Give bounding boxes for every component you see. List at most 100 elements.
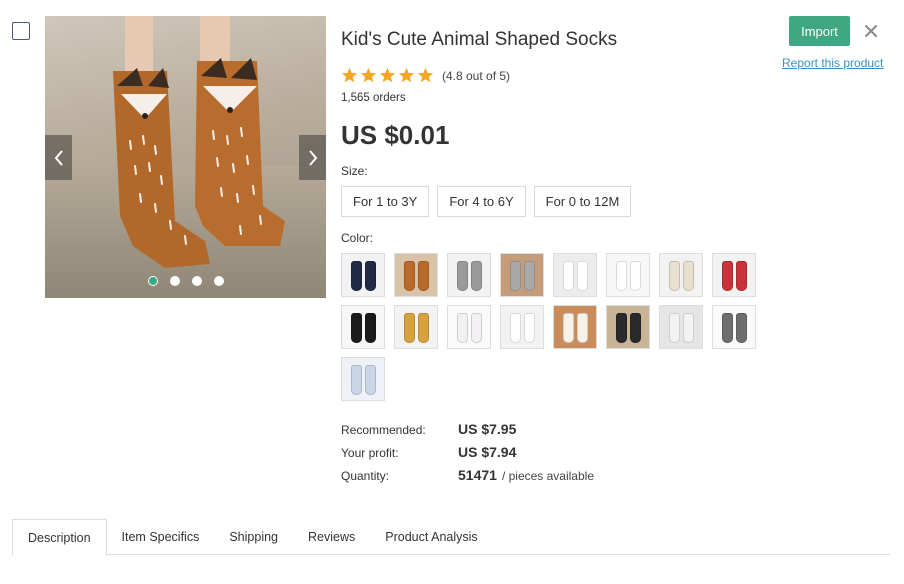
sock-thumbnail: [616, 261, 627, 291]
select-product-checkbox[interactable]: [12, 22, 30, 40]
sock-thumbnail: [418, 313, 429, 343]
sock-thumbnail: [683, 261, 694, 291]
color-swatch[interactable]: [712, 305, 756, 349]
product-price: US $0.01: [341, 120, 450, 150]
sock-thumbnail: [577, 313, 588, 343]
report-product-link[interactable]: Report this product: [782, 56, 883, 70]
price-summary: Recommended: US $7.95 Your profit: US $7…: [341, 421, 594, 490]
sock-thumbnail: [404, 261, 415, 291]
import-button[interactable]: Import: [789, 16, 850, 46]
sock-thumbnail: [736, 261, 747, 291]
sock-thumbnail: [351, 313, 362, 343]
tab-product-analysis[interactable]: Product Analysis: [370, 519, 492, 555]
quantity-row: Quantity: 51471 / pieces available: [341, 467, 594, 490]
color-swatch[interactable]: [500, 305, 544, 349]
sock-thumbnail: [630, 313, 641, 343]
sock-thumbnail: [722, 261, 733, 291]
color-swatch[interactable]: [394, 253, 438, 297]
sock-thumbnail: [471, 313, 482, 343]
color-swatches: [341, 253, 761, 401]
color-swatch[interactable]: [659, 253, 703, 297]
quantity-unit: / pieces available: [501, 469, 594, 483]
product-tabs: Description Item Specifics Shipping Revi…: [12, 519, 890, 556]
tab-description[interactable]: Description: [12, 519, 107, 556]
carousel-dot[interactable]: [147, 276, 158, 286]
recommended-row: Recommended: US $7.95: [341, 421, 594, 444]
color-swatch[interactable]: [341, 253, 385, 297]
sock-thumbnail: [404, 313, 415, 343]
sock-thumbnail: [563, 313, 574, 343]
quantity-value: 51471: [458, 467, 497, 483]
sock-thumbnail: [683, 313, 694, 343]
color-swatch[interactable]: [606, 253, 650, 297]
tab-shipping[interactable]: Shipping: [214, 519, 293, 555]
product-image-carousel[interactable]: [45, 16, 326, 298]
color-swatch[interactable]: [394, 305, 438, 349]
sock-thumbnail: [722, 313, 733, 343]
sock-thumbnail: [365, 365, 376, 395]
color-swatch[interactable]: [500, 253, 544, 297]
color-swatch[interactable]: [553, 253, 597, 297]
tab-item-specifics[interactable]: Item Specifics: [107, 519, 215, 555]
sock-thumbnail: [351, 261, 362, 291]
carousel-dot[interactable]: [169, 276, 180, 286]
color-swatch[interactable]: [553, 305, 597, 349]
size-label: Size:: [341, 164, 368, 178]
orders-count: 1,565 orders: [341, 92, 406, 104]
star-icon: [341, 67, 358, 83]
profit-value: US $7.94: [458, 444, 517, 460]
product-title: Kid's Cute Animal Shaped Socks: [341, 29, 618, 50]
sock-thumbnail: [457, 261, 468, 291]
carousel-dot[interactable]: [191, 276, 202, 286]
chevron-left-icon: [54, 149, 63, 166]
sock-thumbnail: [457, 313, 468, 343]
carousel-prev-button[interactable]: [45, 135, 72, 180]
sock-thumbnail: [418, 261, 429, 291]
color-label: Color:: [341, 231, 374, 245]
sock-thumbnail: [630, 261, 641, 291]
sock-thumbnail: [577, 261, 588, 291]
profit-row: Your profit: US $7.94: [341, 444, 594, 467]
product-rating: (4.8 out of 5): [341, 67, 510, 84]
star-icon: [379, 67, 396, 83]
carousel-dot[interactable]: [213, 276, 224, 286]
rating-text: (4.8 out of 5): [442, 68, 511, 83]
sock-thumbnail: [669, 261, 680, 291]
recommended-value: US $7.95: [458, 421, 517, 437]
quantity-label: Quantity:: [341, 469, 390, 483]
color-swatch[interactable]: [341, 357, 385, 401]
carousel-next-button[interactable]: [299, 135, 326, 180]
sock-thumbnail: [365, 313, 376, 343]
size-option[interactable]: For 0 to 12M: [533, 186, 632, 217]
sock-thumbnail: [351, 365, 362, 395]
color-swatch[interactable]: [341, 305, 385, 349]
size-option[interactable]: For 1 to 3Y: [341, 186, 430, 217]
profit-label: Your profit:: [341, 446, 399, 460]
recommended-label: Recommended:: [341, 423, 426, 437]
sock-thumbnail: [563, 261, 574, 291]
color-swatch[interactable]: [712, 253, 756, 297]
color-swatch[interactable]: [659, 305, 703, 349]
color-swatch[interactable]: [447, 253, 491, 297]
sock-thumbnail: [471, 261, 482, 291]
chevron-right-icon: [308, 149, 317, 166]
product-photo: [113, 16, 285, 268]
size-option[interactable]: For 4 to 6Y: [437, 186, 526, 217]
sock-thumbnail: [524, 261, 535, 291]
color-swatch[interactable]: [447, 305, 491, 349]
color-swatch[interactable]: [606, 305, 650, 349]
close-icon[interactable]: [862, 22, 880, 40]
size-options: For 1 to 3Y For 4 to 6Y For 0 to 12M: [341, 186, 632, 217]
sock-thumbnail: [669, 313, 680, 343]
sock-thumbnail: [736, 313, 747, 343]
sock-thumbnail: [510, 313, 521, 343]
tab-reviews[interactable]: Reviews: [293, 519, 370, 555]
sock-thumbnail: [616, 313, 627, 343]
star-icon: [417, 67, 434, 83]
star-icon: [398, 67, 415, 83]
sock-thumbnail: [524, 313, 535, 343]
carousel-dots: [45, 276, 326, 286]
sock-thumbnail: [365, 261, 376, 291]
star-icon: [360, 67, 377, 83]
sock-thumbnail: [510, 261, 521, 291]
